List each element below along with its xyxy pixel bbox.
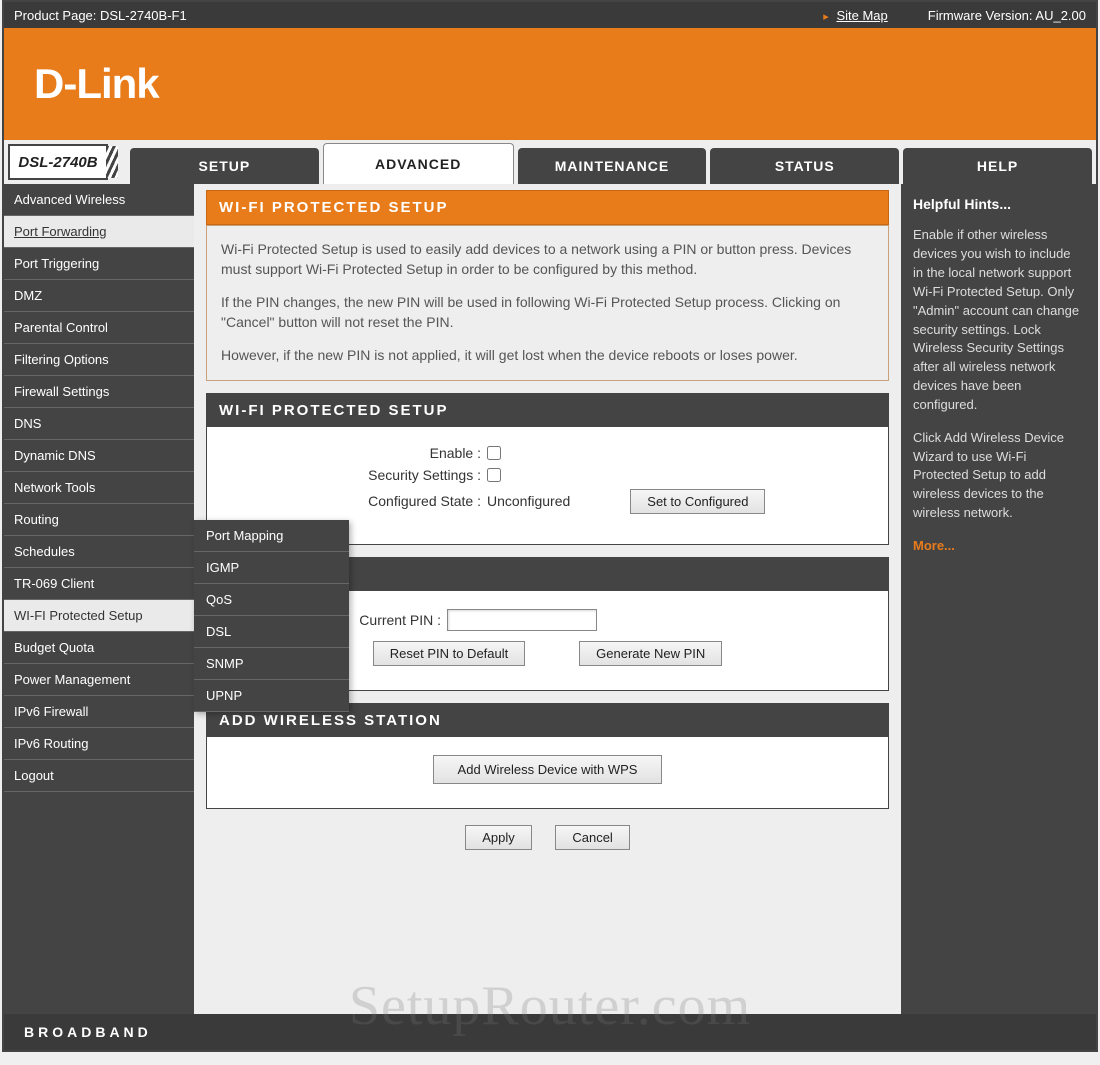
sidebar: Advanced Wireless Port Forwarding Port T… <box>4 184 194 1014</box>
page-title: WI-FI PROTECTED SETUP <box>206 190 889 225</box>
enable-checkbox[interactable] <box>487 446 501 460</box>
intro-p3: However, if the new PIN is not applied, … <box>221 346 874 366</box>
sidebar-item-tr069-client[interactable]: TR-069 Client <box>4 568 194 600</box>
sidebar-item-wifi-protected-setup[interactable]: WI-FI Protected Setup <box>4 600 194 632</box>
help-p2: Click Add Wireless Device Wizard to use … <box>913 429 1084 523</box>
footer: BROADBAND <box>4 1014 1096 1050</box>
security-settings-label: Security Settings : <box>227 467 487 483</box>
tab-maintenance[interactable]: MAINTENANCE <box>518 148 707 184</box>
help-title: Helpful Hints... <box>913 194 1084 214</box>
page-description: Wi-Fi Protected Setup is used to easily … <box>206 225 889 381</box>
model-badge: DSL-2740B <box>8 144 108 180</box>
sidebar-item-ipv6-firewall[interactable]: IPv6 Firewall <box>4 696 194 728</box>
sidebar-item-schedules[interactable]: Schedules <box>4 536 194 568</box>
sidebar-item-advanced-wireless[interactable]: Advanced Wireless <box>4 184 194 216</box>
enable-label: Enable : <box>227 445 487 461</box>
apply-button[interactable]: Apply <box>465 825 532 850</box>
sidebar-item-dmz[interactable]: DMZ <box>4 280 194 312</box>
set-to-configured-button[interactable]: Set to Configured <box>630 489 765 514</box>
brand-logo: D-Link <box>34 60 159 108</box>
sidebar-item-dynamic-dns[interactable]: Dynamic DNS <box>4 440 194 472</box>
tab-advanced[interactable]: ADVANCED <box>323 143 514 184</box>
network-tools-submenu: Port Mapping IGMP QoS DSL SNMP UPNP <box>194 520 349 712</box>
submenu-qos[interactable]: QoS <box>194 584 349 616</box>
bullet-icon: ▸ <box>823 11 829 23</box>
sidebar-item-network-tools[interactable]: Network Tools <box>4 472 194 504</box>
sidebar-item-power-management[interactable]: Power Management <box>4 664 194 696</box>
sidebar-item-dns[interactable]: DNS <box>4 408 194 440</box>
sidebar-item-budget-quota[interactable]: Budget Quota <box>4 632 194 664</box>
sidebar-item-routing[interactable]: Routing <box>4 504 194 536</box>
configured-state-label: Configured State : <box>227 493 487 509</box>
sidebar-item-parental-control[interactable]: Parental Control <box>4 312 194 344</box>
current-pin-input[interactable] <box>447 609 597 631</box>
action-buttons: Apply Cancel <box>206 825 889 850</box>
firmware-version: Firmware Version: AU_2.00 <box>928 8 1086 23</box>
generate-pin-button[interactable]: Generate New PIN <box>579 641 722 666</box>
body: Advanced Wireless Port Forwarding Port T… <box>4 184 1096 1014</box>
configured-state-value: Unconfigured <box>487 493 570 509</box>
security-settings-checkbox[interactable] <box>487 468 501 482</box>
tab-status[interactable]: STATUS <box>710 148 899 184</box>
help-p1: Enable if other wireless devices you wis… <box>913 226 1084 414</box>
sitemap-anchor[interactable]: Site Map <box>836 8 887 23</box>
section-add-wireless: ADD WIRELESS STATION Add Wireless Device… <box>206 703 889 809</box>
top-bar: Product Page: DSL-2740B-F1 ▸ Site Map Fi… <box>4 2 1096 28</box>
nav-row: DSL-2740B SETUP ADVANCED MAINTENANCE STA… <box>4 140 1096 184</box>
submenu-snmp[interactable]: SNMP <box>194 648 349 680</box>
submenu-upnp[interactable]: UPNP <box>194 680 349 712</box>
help-more-link[interactable]: More... <box>913 538 955 553</box>
tab-help[interactable]: HELP <box>903 148 1092 184</box>
sitemap-link[interactable]: ▸ Site Map <box>823 8 927 23</box>
sidebar-item-filtering-options[interactable]: Filtering Options <box>4 344 194 376</box>
intro-p1: Wi-Fi Protected Setup is used to easily … <box>221 240 874 279</box>
sidebar-item-port-triggering[interactable]: Port Triggering <box>4 248 194 280</box>
sidebar-item-logout[interactable]: Logout <box>4 760 194 792</box>
section-wps-header: WI-FI PROTECTED SETUP <box>207 394 888 427</box>
sidebar-item-firewall-settings[interactable]: Firewall Settings <box>4 376 194 408</box>
reset-pin-button[interactable]: Reset PIN to Default <box>373 641 526 666</box>
tabs: SETUP ADVANCED MAINTENANCE STATUS HELP <box>110 140 1096 184</box>
add-wireless-device-button[interactable]: Add Wireless Device with WPS <box>433 755 663 784</box>
help-sidebar: Helpful Hints... Enable if other wireles… <box>901 184 1096 1014</box>
submenu-igmp[interactable]: IGMP <box>194 552 349 584</box>
intro-p2: If the PIN changes, the new PIN will be … <box>221 293 874 332</box>
product-page-label: Product Page: DSL-2740B-F1 <box>14 8 187 23</box>
sidebar-item-port-forwarding[interactable]: Port Forwarding <box>4 216 194 248</box>
brand-banner: D-Link <box>4 28 1096 140</box>
cancel-button[interactable]: Cancel <box>555 825 629 850</box>
submenu-port-mapping[interactable]: Port Mapping <box>194 520 349 552</box>
sidebar-item-ipv6-routing[interactable]: IPv6 Routing <box>4 728 194 760</box>
tab-setup[interactable]: SETUP <box>130 148 319 184</box>
submenu-dsl[interactable]: DSL <box>194 616 349 648</box>
